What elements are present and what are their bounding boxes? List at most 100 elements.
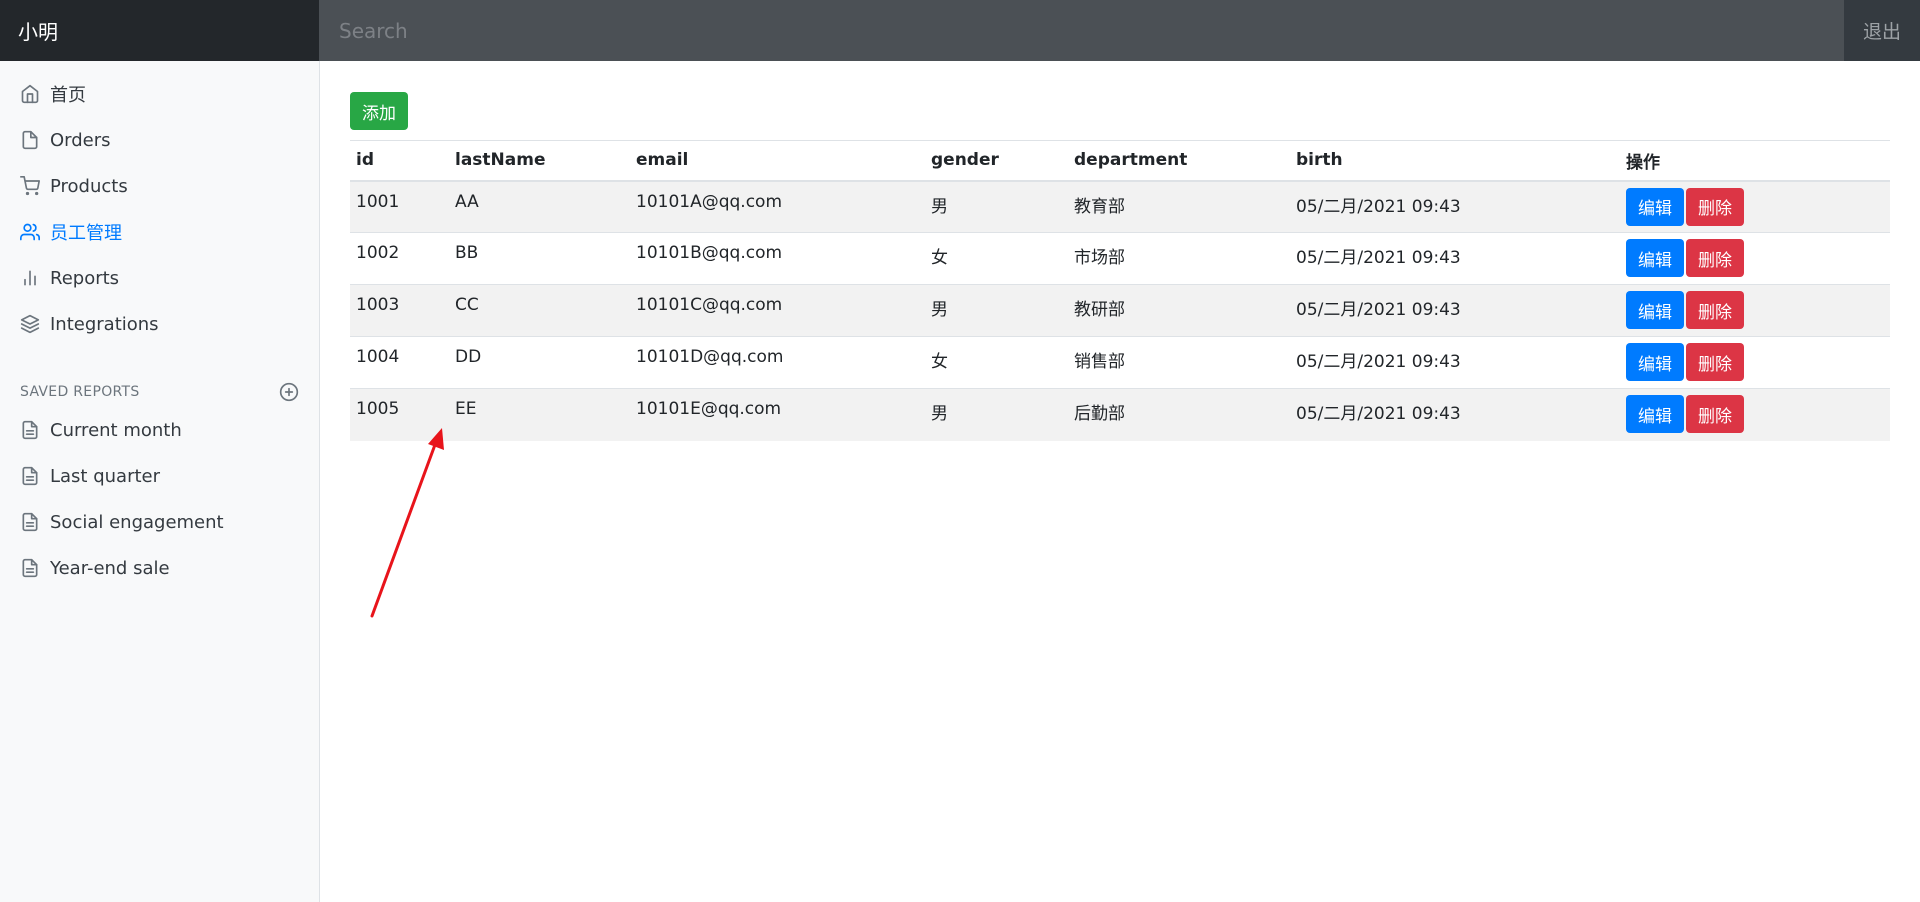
column-header-actions: 操作	[1620, 140, 1890, 182]
column-header-birth: birth	[1290, 140, 1620, 182]
cell-department: 市场部	[1068, 232, 1290, 285]
cell-email: 10101C@qq.com	[630, 284, 925, 337]
column-header-gender: gender	[925, 140, 1068, 182]
cell-email: 10101D@qq.com	[630, 336, 925, 389]
cell-birth: 05/二月/2021 09:43	[1290, 336, 1620, 389]
cell-id: 1002	[350, 232, 449, 285]
column-header-lastname: lastName	[449, 140, 630, 182]
cell-email: 10101A@qq.com	[630, 180, 925, 233]
cell-lastname: BB	[449, 232, 630, 285]
cell-actions: 编辑 删除	[1620, 336, 1890, 389]
cell-department: 销售部	[1068, 336, 1290, 389]
sidebar-item-label: Products	[50, 175, 128, 197]
sidebar-item-reports[interactable]: Reports	[0, 255, 319, 301]
cell-lastname: EE	[449, 388, 630, 441]
cell-lastname: CC	[449, 284, 630, 337]
cell-lastname: AA	[449, 180, 630, 233]
sidebar-item-label: 员工管理	[50, 223, 122, 244]
cell-gender: 男	[925, 388, 1068, 441]
delete-button[interactable]: 删除	[1686, 395, 1744, 433]
edit-button[interactable]: 编辑	[1626, 343, 1684, 381]
sidebar-item-employees[interactable]: 员工管理	[0, 209, 319, 255]
cell-actions: 编辑 删除	[1620, 232, 1890, 285]
sidebar-item-current-month[interactable]: Current month	[0, 407, 319, 453]
cell-birth: 05/二月/2021 09:43	[1290, 180, 1620, 233]
cell-email: 10101B@qq.com	[630, 232, 925, 285]
delete-button[interactable]: 删除	[1686, 187, 1744, 226]
saved-reports-heading: SAVED REPORTS	[0, 377, 319, 407]
sidebar-item-label: Current month	[50, 419, 182, 441]
sidebar-item-label: Year-end sale	[50, 557, 170, 579]
logout-button[interactable]: 退出	[1844, 0, 1920, 61]
top-navbar: 小明 退出	[0, 0, 1920, 61]
file-icon	[20, 130, 40, 150]
cell-lastname: DD	[449, 336, 630, 389]
cell-id: 1004	[350, 336, 449, 389]
cell-id: 1003	[350, 284, 449, 337]
edit-button[interactable]: 编辑	[1626, 291, 1684, 329]
cell-actions: 编辑 删除	[1620, 284, 1890, 337]
cell-department: 后勤部	[1068, 388, 1290, 441]
cell-gender: 男	[925, 180, 1068, 233]
cell-gender: 男	[925, 284, 1068, 337]
edit-button[interactable]: 编辑	[1626, 239, 1684, 277]
table-row: 1003 CC 10101C@qq.com 男 教研部 05/二月/2021 0…	[350, 284, 1890, 337]
delete-button[interactable]: 删除	[1686, 343, 1744, 381]
table-header-row: id lastName email gender department birt…	[350, 140, 1890, 182]
employee-table: id lastName email gender department birt…	[350, 140, 1890, 441]
sidebar-item-label: 首页	[50, 85, 86, 106]
table-row: 1002 BB 10101B@qq.com 女 市场部 05/二月/2021 0…	[350, 232, 1890, 285]
cell-gender: 女	[925, 336, 1068, 389]
add-employee-button[interactable]: 添加	[350, 92, 408, 130]
cell-email: 10101E@qq.com	[630, 388, 925, 441]
file-text-icon	[20, 420, 40, 440]
sidebar-item-last-quarter[interactable]: Last quarter	[0, 453, 319, 499]
table-row: 1004 DD 10101D@qq.com 女 销售部 05/二月/2021 0…	[350, 336, 1890, 389]
sidebar: 首页 Orders Products 员工管理 Reports Integrat…	[0, 61, 320, 902]
table-row: 1001 AA 10101A@qq.com 男 教育部 05/二月/2021 0…	[350, 180, 1890, 233]
cell-id: 1005	[350, 388, 449, 441]
cell-id: 1001	[350, 180, 449, 233]
cell-birth: 05/二月/2021 09:43	[1290, 232, 1620, 285]
cell-actions: 编辑 删除	[1620, 388, 1890, 441]
sidebar-item-social-engagement[interactable]: Social engagement	[0, 499, 319, 545]
delete-button[interactable]: 删除	[1686, 239, 1744, 277]
users-icon	[20, 222, 40, 242]
cell-department: 教研部	[1068, 284, 1290, 337]
cell-birth: 05/二月/2021 09:43	[1290, 284, 1620, 337]
cell-birth: 05/二月/2021 09:43	[1290, 388, 1620, 441]
plus-circle-icon[interactable]	[279, 382, 299, 402]
file-text-icon	[20, 512, 40, 532]
sidebar-item-label: Last quarter	[50, 465, 161, 487]
edit-button[interactable]: 编辑	[1626, 395, 1684, 433]
sidebar-item-integrations[interactable]: Integrations	[0, 301, 319, 347]
column-header-email: email	[630, 140, 925, 182]
file-text-icon	[20, 466, 40, 486]
column-header-id: id	[350, 140, 449, 182]
sidebar-item-label: Integrations	[50, 313, 159, 335]
sidebar-item-products[interactable]: Products	[0, 163, 319, 209]
brand[interactable]: 小明	[0, 0, 319, 61]
edit-button[interactable]: 编辑	[1626, 187, 1684, 226]
cell-actions: 编辑 删除	[1620, 180, 1890, 233]
cell-gender: 女	[925, 232, 1068, 285]
sidebar-item-label: Social engagement	[50, 511, 224, 533]
cell-department: 教育部	[1068, 180, 1290, 233]
sidebar-nav: 首页 Orders Products 员工管理 Reports Integrat…	[0, 61, 319, 347]
bar-chart-icon	[20, 268, 40, 288]
home-icon	[20, 84, 40, 104]
table-row: 1005 EE 10101E@qq.com 男 后勤部 05/二月/2021 0…	[350, 388, 1890, 441]
file-text-icon	[20, 558, 40, 578]
sidebar-item-year-end-sale[interactable]: Year-end sale	[0, 545, 319, 591]
saved-reports-title: SAVED REPORTS	[20, 384, 140, 400]
sidebar-item-label: Reports	[50, 267, 120, 289]
search-input[interactable]	[319, 0, 1844, 61]
sidebar-item-orders[interactable]: Orders	[0, 117, 319, 163]
sidebar-item-label: Orders	[50, 129, 111, 151]
delete-button[interactable]: 删除	[1686, 291, 1744, 329]
column-header-department: department	[1068, 140, 1290, 182]
main-content: 添加 id lastName email gender department b…	[350, 92, 1890, 441]
sidebar-item-home[interactable]: 首页	[0, 71, 319, 117]
shopping-cart-icon	[20, 176, 40, 196]
layers-icon	[20, 314, 40, 334]
